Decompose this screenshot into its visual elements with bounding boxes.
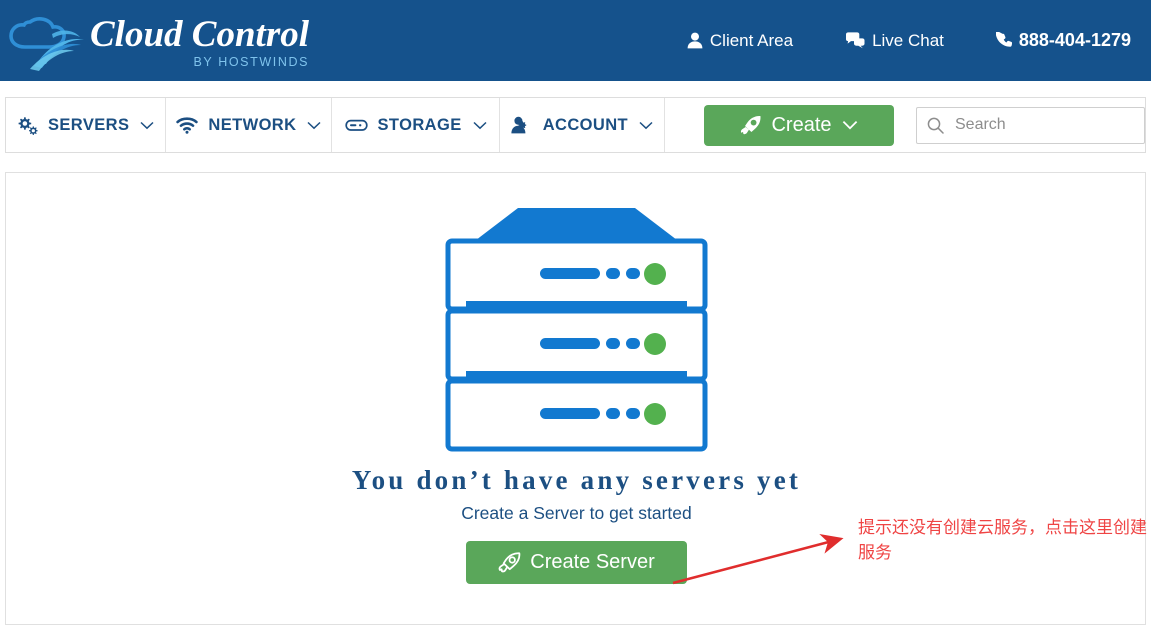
logo[interactable]: Cloud Control BY HOSTWINDS	[8, 6, 309, 72]
logo-title: Cloud Control	[90, 14, 310, 55]
empty-state-subtitle: Create a Server to get started	[461, 503, 692, 523]
rocket-icon	[740, 115, 762, 136]
client-area-label: Client Area	[709, 30, 794, 50]
nav-account-label: ACCOUNT	[542, 115, 628, 134]
live-chat-link[interactable]: Live Chat	[845, 31, 944, 51]
header-links: Client Area Live Chat 888-404-1279	[635, 0, 1131, 81]
content-panel: You don’t have any servers yet Create a …	[5, 172, 1146, 625]
nav-item-storage[interactable]: STORAGE	[332, 98, 500, 152]
live-chat-label: Live Chat	[872, 30, 944, 50]
search-icon	[927, 117, 944, 134]
empty-state: You don’t have any servers yet Create a …	[6, 173, 1147, 584]
phone-link[interactable]: 888-404-1279	[995, 30, 1131, 51]
gears-icon	[17, 116, 38, 135]
user-icon	[687, 32, 703, 49]
create-server-button[interactable]: Create Server	[466, 541, 687, 584]
nav-item-servers[interactable]: SERVERS	[6, 98, 167, 152]
search-input[interactable]	[953, 115, 1134, 135]
navbar-actions: Create	[665, 98, 1145, 152]
rocket-icon	[498, 551, 521, 574]
nav-storage-label: STORAGE	[377, 115, 462, 134]
disk-icon	[344, 117, 368, 133]
create-server-button-label: Create Server	[530, 551, 655, 573]
nav-network-label: NETWORK	[208, 115, 297, 134]
search-box[interactable]	[916, 106, 1145, 144]
chevron-down-icon	[307, 121, 321, 130]
empty-state-title: You don’t have any servers yet	[351, 465, 802, 495]
chevron-down-icon	[842, 120, 858, 130]
user-gear-icon	[511, 116, 533, 134]
nav-item-account[interactable]: ACCOUNT	[499, 98, 665, 152]
create-button-label: Create	[771, 113, 832, 136]
nav-servers-label: SERVERS	[48, 115, 130, 134]
create-button[interactable]: Create	[704, 104, 894, 146]
nav-item-network[interactable]: NETWORK	[166, 98, 333, 152]
cloud-swoosh-logo-icon	[9, 17, 84, 71]
chevron-down-icon	[473, 121, 487, 130]
server-rack-icon	[445, 208, 708, 452]
chevron-down-icon	[140, 121, 154, 130]
main-navbar: SERVERS NETWORK STORAGE ACCOUNT Create S…	[5, 97, 1146, 153]
phone-number-label: 888-404-1279	[1018, 30, 1131, 50]
site-header: Cloud Control BY HOSTWINDS Client Area L…	[0, 0, 1151, 81]
app-page: Cloud Control BY HOSTWINDS Client Area L…	[0, 0, 1151, 633]
chat-bubbles-icon	[845, 32, 865, 49]
phone-icon	[995, 32, 1012, 49]
client-area-link[interactable]: Client Area	[687, 31, 793, 51]
chevron-down-icon	[639, 121, 653, 130]
logo-subtitle: BY HOSTWINDS	[193, 55, 310, 69]
wifi-icon	[176, 116, 199, 134]
